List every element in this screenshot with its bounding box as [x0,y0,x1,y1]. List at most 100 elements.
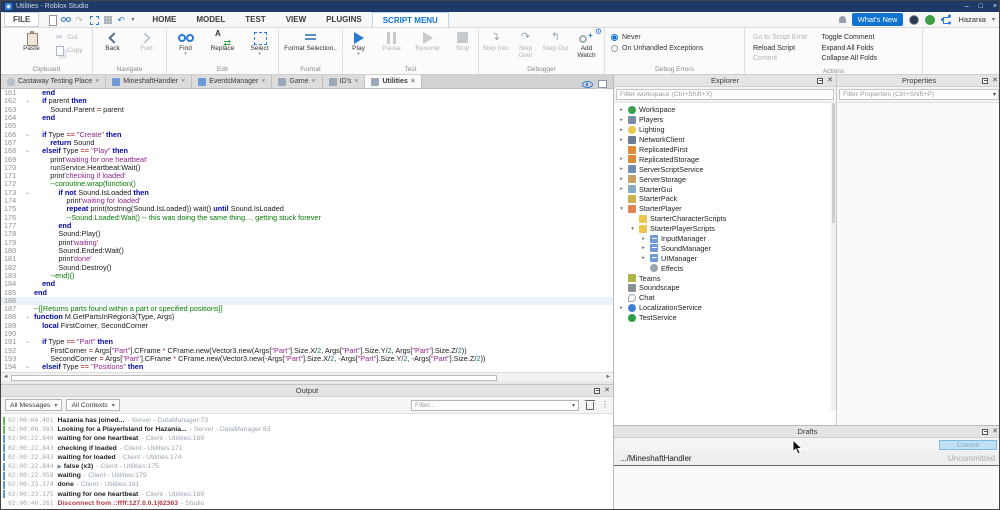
float-panel-icon[interactable] [982,77,989,84]
maximize-button[interactable]: □ [979,3,983,10]
expand-arrow-icon[interactable]: ▾ [629,226,636,232]
tree-item-serverstorage[interactable]: ▸ ServerStorage [614,174,836,184]
tree-item-serverscriptservice[interactable]: ▸ ServerScriptService [614,164,836,174]
minimize-button[interactable]: – [965,3,969,10]
scroll-left-arrow-icon[interactable]: ◄ [3,374,8,380]
output-row[interactable]: 02:00:04.401 Hazania has joined... - Serve… [1,416,613,425]
find-button[interactable]: Find ▾ [170,30,202,57]
float-panel-icon[interactable] [982,428,989,435]
fold-arrow-icon[interactable]: ⌄ [21,189,34,197]
properties-filter-input[interactable]: Filter Properties (Ctrl+Shift+P) [839,89,999,100]
expand-arrow-icon[interactable]: ▾ [618,206,625,212]
fold-arrow-icon[interactable]: ⌄ [21,363,34,371]
messages-filter-dropdown[interactable]: All Messages ▾ [5,399,63,411]
message-context-link[interactable]: - Server - DataManager:63 [190,426,271,433]
code-line-163[interactable]: 163 Sound.Parent = parent [1,105,613,114]
step-into-button[interactable]: ↴ Step Into [482,30,510,52]
step-out-button[interactable]: ↰ Step Out [542,30,570,52]
expand-arrow-icon[interactable]: ▸ [618,186,625,192]
menu-item-script-menu[interactable]: SCRIPT MENU [371,12,449,27]
tree-item-lighting[interactable]: ▸ Lighting [614,125,836,135]
back-button[interactable]: Back [97,30,129,52]
tree-item-players[interactable]: ▸ Players [614,115,836,125]
close-button[interactable]: × [993,3,997,10]
tree-item-startercharacterscripts[interactable]: StarterCharacterScripts [614,214,836,224]
forward-button[interactable]: Fwd [131,30,163,52]
code-line-189[interactable]: 189 local FirstCorner, SecondCorner [1,321,613,330]
copy-button[interactable]: Copy [54,45,83,56]
clear-output-trash-icon[interactable] [585,399,595,410]
code-line-176[interactable]: 176 --Sound.Loaded:Wait() -- this was do… [1,213,613,222]
tree-item-replicatedfirst[interactable]: ReplicatedFirst [614,145,836,155]
message-context-link[interactable]: - Server - DataManager:73 [127,417,208,424]
format-selection-button[interactable]: Format Selection.. [284,30,338,52]
menu-item-model[interactable]: MODEL [186,12,235,27]
tree-item-chat[interactable]: Chat [614,293,836,303]
editor-tab-castaway-testing-place[interactable]: Castaway Testing Place × [1,75,107,88]
output-row[interactable]: 02:00:23.175 waiting for one heartbeat - C… [1,490,613,499]
message-context-link[interactable]: - Studio [181,500,204,507]
code-line-183[interactable]: 183 --end)() [1,271,613,280]
fold-arrow-icon[interactable]: ⌄ [21,338,34,346]
output-row[interactable]: 02:00:06.983 Looking for a PlayerIsland f… [1,425,613,434]
quick-access-caret-icon[interactable]: ▾ [131,16,134,23]
contexts-filter-dropdown[interactable]: All Contexts ▾ [66,399,120,411]
menu-item-plugins[interactable]: PLUGINS [316,12,372,27]
collaborators-eye-icon[interactable] [582,80,593,88]
tree-item-startergui[interactable]: ▸ StarterGui [614,184,836,194]
expand-arrow-icon[interactable]: ▸ [618,127,625,133]
code-line-164[interactable]: 164 end [1,113,613,122]
file-menu-button[interactable]: FILE [4,12,40,27]
tree-item-inputmanager[interactable]: ▸ InputManager [614,234,836,244]
whats-new-button[interactable]: What's New [851,13,904,26]
expand-arrow-icon[interactable]: ▸ [618,117,625,123]
message-context-link[interactable]: - Client - Utilities:171 [120,445,183,452]
fold-arrow-icon[interactable]: ⌄ [21,131,34,139]
share-icon[interactable] [941,15,952,25]
tree-item-starterplayer[interactable]: ▾ StarterPlayer [614,204,836,214]
draft-item-mineshafthandler[interactable]: .../MineshaftHandler Uncommitted [614,451,999,466]
action-commit[interactable]: Commit [753,54,807,65]
tree-item-localizationservice[interactable]: ▸ LocalizationService [614,303,836,313]
fold-arrow-icon[interactable]: ⌄ [21,147,34,155]
float-panel-icon[interactable] [594,387,601,394]
action-collapse-all-folds[interactable]: Collapse All Folds [821,54,877,65]
editor-tab-mineshafthandler[interactable]: MineshaftHandler × [106,75,193,88]
expand-arrow-icon[interactable]: ▸ [618,305,625,311]
tree-item-networkclient[interactable]: ▸ NetworkClient [614,135,836,145]
paste-button[interactable]: Paste [10,30,52,52]
fold-arrow-icon[interactable]: ⌄ [21,97,34,105]
notification-bell-icon[interactable] [838,16,846,23]
code-line-182[interactable]: 182 Sound:Destroy() [1,263,613,272]
message-context-link[interactable]: - Client - Utilities:169 [141,491,204,498]
close-tab-icon[interactable]: × [261,78,265,85]
find-icon[interactable] [61,15,72,25]
tree-item-testservice[interactable]: TestService [614,313,836,323]
code-line-161[interactable]: 161 end [1,89,613,97]
message-context-link[interactable]: - Client - Utilities:175 [96,463,159,470]
action-go-to-script-error[interactable]: Go to Script Error [753,33,807,44]
pause-button[interactable]: Pause [376,30,408,52]
debug-errors-unhandled-radio[interactable]: On Unhandled Exceptions [611,45,738,52]
message-context-link[interactable]: - Client - Utilities:174 [119,454,182,461]
code-line-180[interactable]: 180 Sound.Ended:Wait() [1,246,613,255]
code-editor[interactable]: 161 end 162 ⌄ if parent then 163 Sound.Pare… [1,89,613,372]
expand-arrow-icon[interactable]: ▸ [618,107,625,113]
editor-tab-game[interactable]: Game × [272,75,323,88]
close-tab-icon[interactable]: × [411,78,415,85]
close-panel-icon[interactable]: ✕ [827,77,833,84]
fold-arrow-icon[interactable]: ⌄ [21,313,34,321]
resume-button[interactable]: Resume [410,30,446,52]
tree-item-effects[interactable]: Effects [614,263,836,273]
output-options-kebab-icon[interactable]: ⋮ [601,401,609,409]
tree-item-soundmanager[interactable]: ▸ SoundManager [614,243,836,253]
menu-item-view[interactable]: VIEW [276,12,316,27]
commit-button[interactable]: Commit [939,439,997,450]
grid-icon[interactable] [103,15,113,25]
username[interactable]: Hazania [958,15,986,24]
close-tab-icon[interactable]: × [354,78,358,85]
action-toggle-comment[interactable]: Toggle Comment [821,33,877,44]
expand-arrow-icon[interactable]: ▶ [58,464,62,470]
explorer-scrollbar[interactable] [831,101,836,411]
tree-item-replicatedstorage[interactable]: ▸ ReplicatedStorage [614,154,836,164]
